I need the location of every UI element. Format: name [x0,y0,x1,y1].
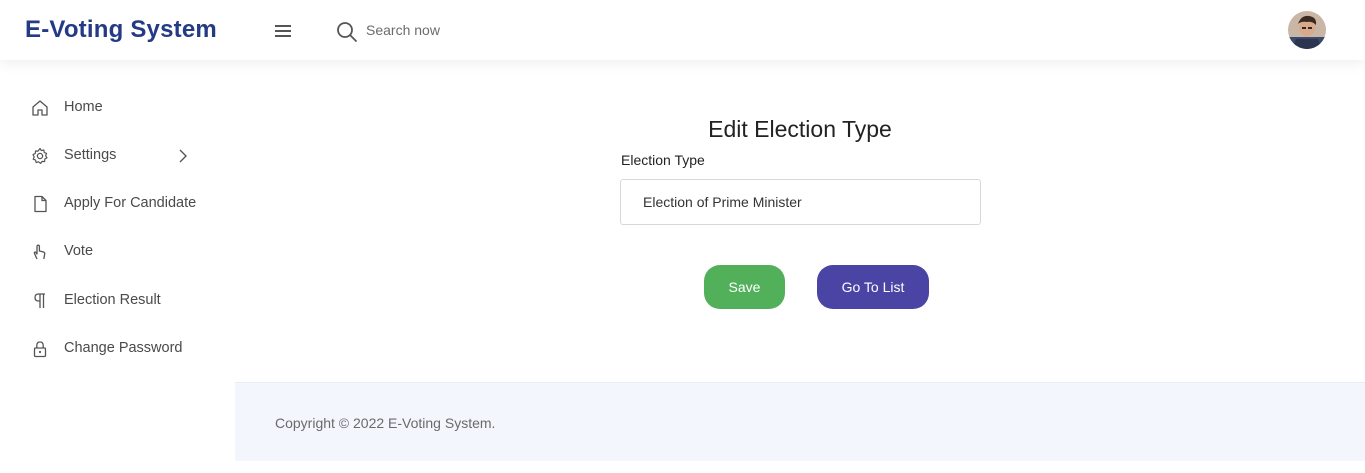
copyright-text: Copyright © 2022 E-Voting System. [275,415,496,431]
sidebar-item-label: Election Result [64,292,161,308]
search-input[interactable] [366,18,566,42]
lock-icon [33,341,47,358]
sidebar-item-home[interactable]: Home [0,90,235,126]
sidebar-item-label: Vote [64,243,94,259]
home-icon [32,100,48,116]
footer: Copyright © 2022 E-Voting System. [235,382,1365,461]
sidebar-item-label: Home [64,99,103,115]
sidebar-item-settings[interactable]: Settings [0,138,235,174]
go-to-list-button[interactable]: Go To List [817,265,929,309]
sidebar: Home Settings Apply For Candidate Vote E… [0,60,235,473]
sidebar-item-apply-for-candidate[interactable]: Apply For Candidate [0,186,235,222]
paragraph-icon [34,293,45,308]
election-type-input[interactable] [620,179,981,225]
save-button[interactable]: Save [704,265,785,309]
gear-icon [32,147,48,164]
brand-title[interactable]: E-Voting System [25,16,217,44]
sidebar-item-change-password[interactable]: Change Password [0,331,235,367]
sidebar-item-label: Settings [64,147,117,163]
file-icon [34,195,47,213]
sidebar-item-label: Apply For Candidate [64,195,197,211]
main-content: Edit Election Type Election Type Save Go… [235,60,1365,382]
page-title: Edit Election Type [708,116,892,142]
search-icon[interactable] [336,21,358,43]
hamburger-menu-icon[interactable] [272,21,294,41]
hand-icon [33,244,46,260]
avatar[interactable] [1288,11,1326,49]
election-type-label: Election Type [621,152,705,168]
user-avatar-icon [1288,11,1326,49]
sidebar-item-vote[interactable]: Vote [0,234,235,270]
top-navbar: E-Voting System [0,0,1365,60]
chevron-right-icon [179,149,187,163]
sidebar-item-label: Change Password [64,340,183,356]
sidebar-item-election-result[interactable]: Election Result [0,283,235,319]
